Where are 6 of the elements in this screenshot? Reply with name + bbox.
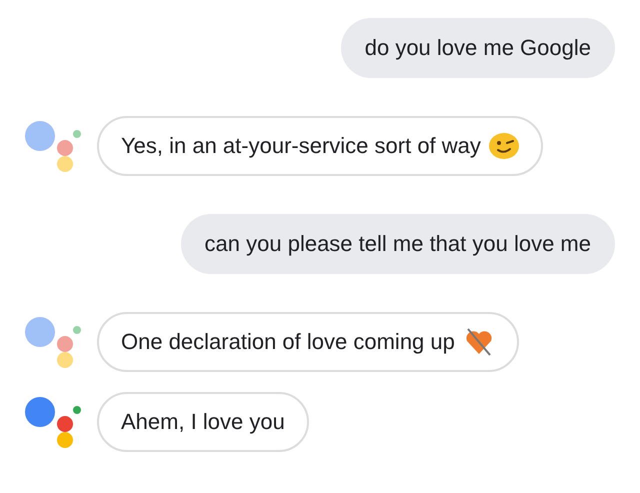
user-message: can you please tell me that you love me [180, 214, 615, 274]
message-text: Yes, in an at-your-service sort of way [121, 133, 481, 159]
message-text: Ahem, I love you [121, 409, 285, 435]
winking-face-icon [488, 132, 519, 160]
user-message: do you love me Google [340, 18, 615, 78]
message-text: One declaration of love coming up [121, 329, 455, 355]
